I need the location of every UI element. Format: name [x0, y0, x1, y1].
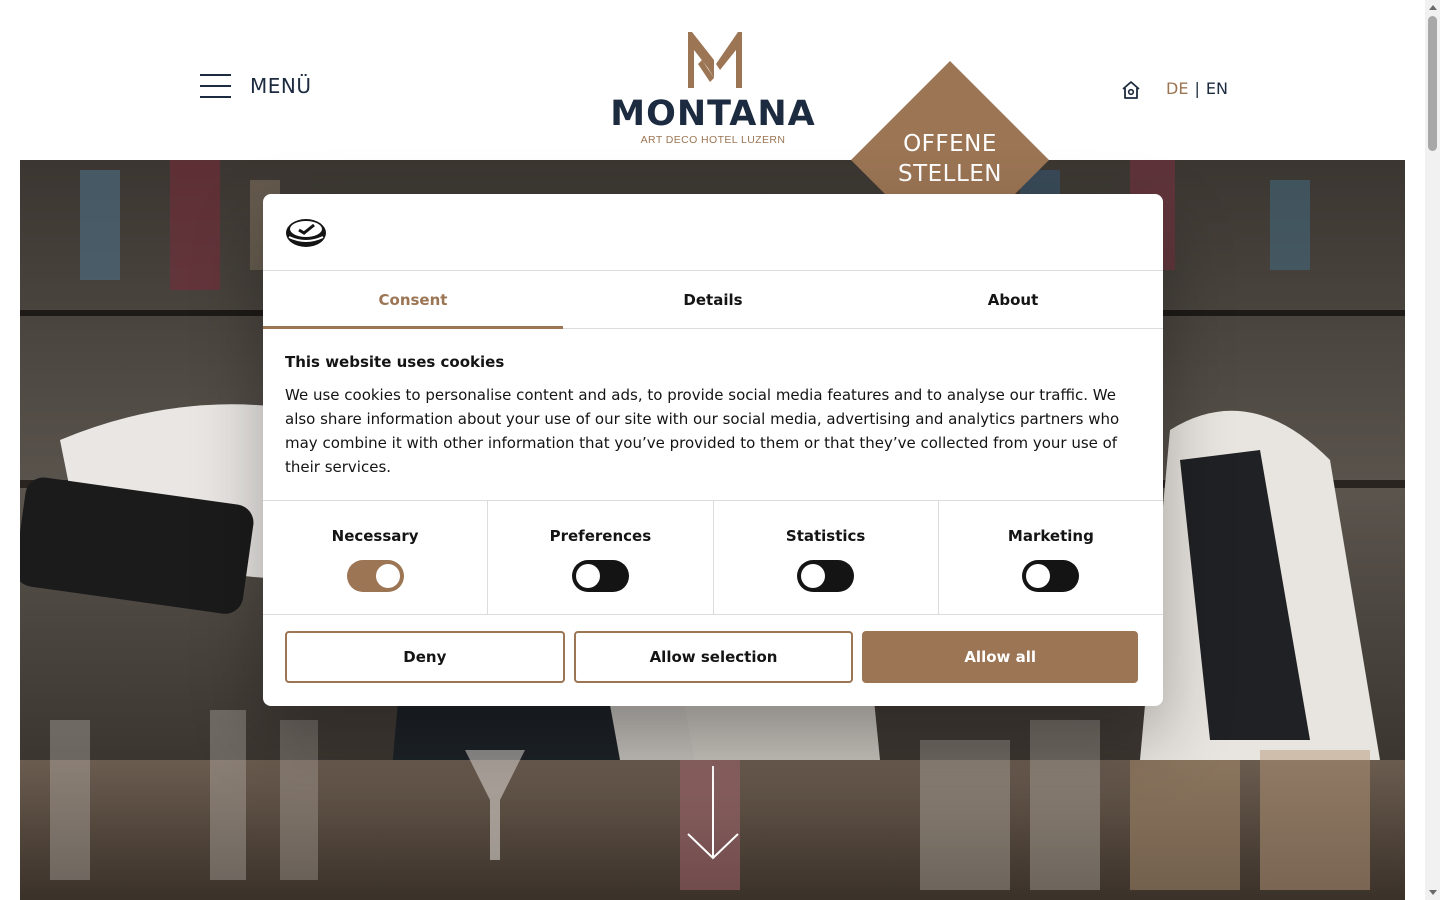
toggle-cell-marketing: Marketing: [939, 501, 1163, 614]
marketing-toggle[interactable]: [1022, 560, 1080, 592]
allow-selection-button[interactable]: Allow selection: [573, 631, 854, 683]
scrollbar-thumb[interactable]: [1428, 16, 1437, 151]
jobs-badge-line2: STELLEN: [897, 161, 1003, 187]
necessary-toggle[interactable]: [346, 560, 404, 592]
toggle-label-preferences: Preferences: [549, 527, 652, 545]
consent-title: This website uses cookies: [285, 353, 505, 371]
jobs-badge-line1: OFFENE: [903, 131, 997, 157]
cookiebot-logo: [286, 219, 326, 247]
consent-buttons: Deny Allow selection Allow all: [263, 615, 1163, 683]
toggle-label-necessary: Necessary: [331, 527, 419, 545]
logo-subtitle: ART DECO HOTEL LUZERN: [640, 134, 786, 146]
hamburger-icon: [200, 74, 231, 98]
dialog-tabs: Consent Details About: [263, 271, 1163, 329]
consent-toggles: Necessary Preferences Statistics Marketi…: [263, 501, 1163, 615]
tab-consent[interactable]: Consent: [263, 271, 563, 329]
lang-de[interactable]: DE: [1166, 79, 1188, 98]
dialog-header: [263, 194, 1163, 271]
menu-button[interactable]: MENÜ: [200, 74, 312, 98]
tab-about[interactable]: About: [863, 271, 1163, 328]
toggle-label-statistics: Statistics: [785, 527, 866, 545]
language-switcher: DE | EN: [1166, 79, 1228, 98]
allow-all-button[interactable]: Allow all: [862, 631, 1139, 683]
tab-details[interactable]: Details: [563, 271, 863, 328]
lang-separator: |: [1194, 79, 1200, 98]
consent-body: This website uses cookies We use cookies…: [263, 329, 1163, 501]
consent-text: We use cookies to personalise content an…: [285, 386, 1120, 476]
page-scrollbar[interactable]: [1425, 0, 1440, 900]
logo-name: MONTANA: [610, 94, 816, 134]
scroll-down-icon[interactable]: [1429, 890, 1437, 895]
toggle-cell-statistics: Statistics: [714, 501, 939, 614]
site-header: MENÜ MONTANA ART DECO HOTEL LUZERN DE | …: [0, 0, 1440, 160]
hotel-logo[interactable]: MONTANA ART DECO HOTEL LUZERN: [608, 30, 818, 146]
logo-mark-icon: [688, 32, 742, 88]
statistics-toggle[interactable]: [797, 560, 855, 592]
menu-label: MENÜ: [250, 74, 312, 98]
toggle-cell-preferences: Preferences: [488, 501, 714, 614]
preferences-toggle[interactable]: [571, 560, 629, 592]
cookie-consent-dialog: Consent Details About This website uses …: [263, 194, 1163, 706]
lang-en[interactable]: EN: [1206, 79, 1228, 98]
deny-button[interactable]: Deny: [285, 631, 565, 683]
toggle-cell-necessary: Necessary: [263, 501, 489, 614]
scroll-up-icon[interactable]: [1429, 5, 1437, 10]
toggle-label-marketing: Marketing: [1007, 527, 1094, 545]
home-icon[interactable]: [1120, 79, 1142, 101]
arrow-down-icon[interactable]: [686, 764, 740, 860]
